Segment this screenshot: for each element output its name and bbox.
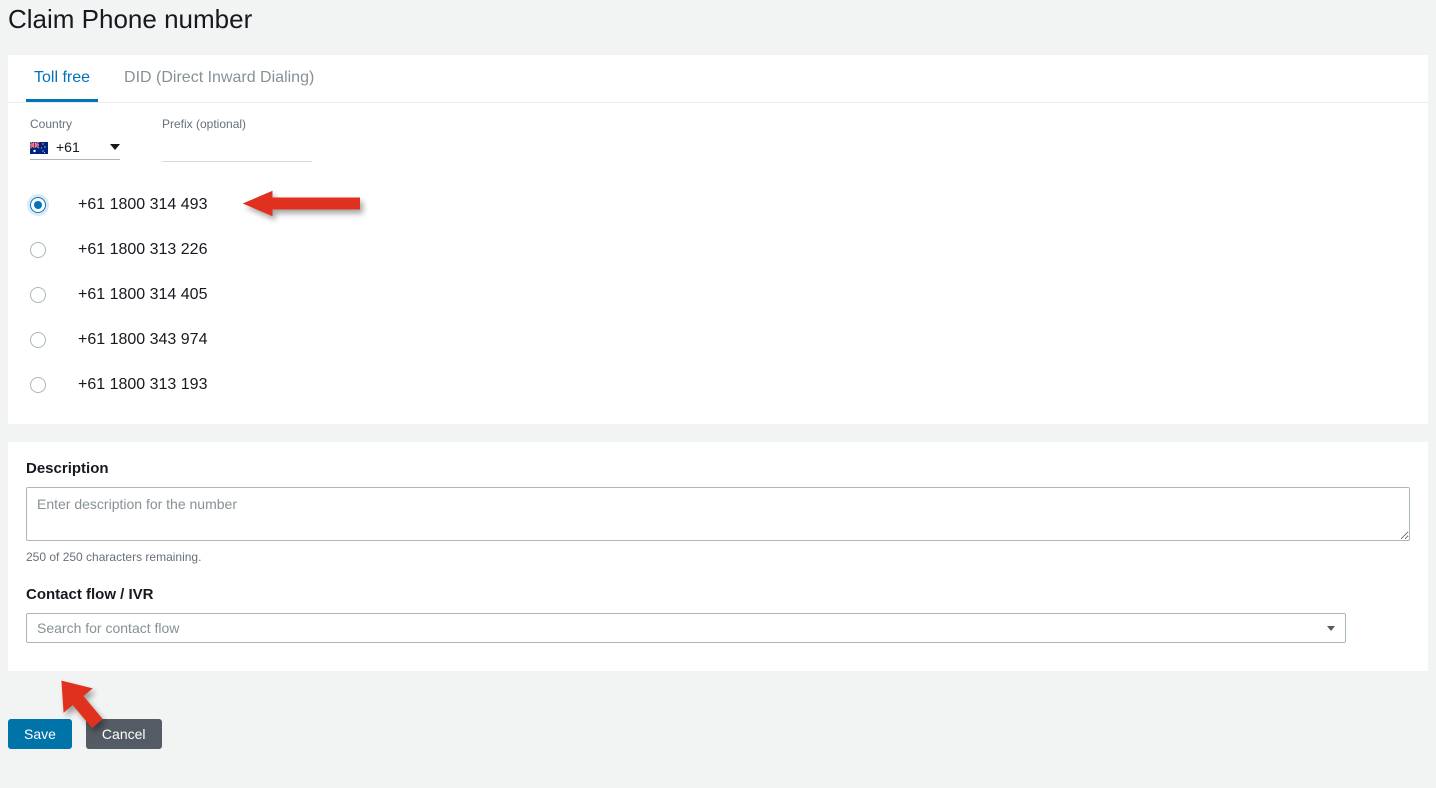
prefix-input[interactable] xyxy=(162,137,312,162)
country-label: Country xyxy=(30,117,120,131)
button-row: Save Cancel xyxy=(0,719,1436,749)
phone-selection-panel: Toll free DID (Direct Inward Dialing) Co… xyxy=(8,55,1428,424)
description-panel: Description 250 of 250 characters remain… xyxy=(8,442,1428,671)
description-textarea[interactable] xyxy=(26,487,1410,541)
radio-icon xyxy=(30,242,46,258)
prefix-field: Prefix (optional) xyxy=(162,117,312,162)
country-code: +61 xyxy=(56,139,80,155)
radio-icon xyxy=(30,332,46,348)
phone-option-3[interactable]: +61 1800 343 974 xyxy=(30,331,1406,349)
tab-did[interactable]: DID (Direct Inward Dialing) xyxy=(116,55,322,102)
prefix-label: Prefix (optional) xyxy=(162,117,312,131)
phone-list: +61 1800 314 493 +61 1800 313 226 +61 18… xyxy=(30,196,1406,394)
phone-option-2[interactable]: +61 1800 314 405 xyxy=(30,286,1406,304)
phone-number-label: +61 1800 343 974 xyxy=(78,331,207,349)
contact-flow-label: Contact flow / IVR xyxy=(26,586,1410,603)
country-select[interactable]: +61 xyxy=(30,137,120,160)
phone-number-label: +61 1800 313 226 xyxy=(78,241,207,259)
caret-down-icon xyxy=(1327,626,1335,631)
tab-toll-free[interactable]: Toll free xyxy=(26,55,98,102)
page-title: Claim Phone number xyxy=(0,0,1436,55)
annotation-arrow-icon xyxy=(48,673,108,734)
flag-australia-icon xyxy=(30,141,48,153)
radio-selected-icon xyxy=(30,197,46,213)
contact-flow-select[interactable]: Search for contact flow xyxy=(26,613,1346,643)
phone-option-4[interactable]: +61 1800 313 193 xyxy=(30,376,1406,394)
phone-option-0[interactable]: +61 1800 314 493 xyxy=(30,196,1406,214)
phone-number-label: +61 1800 314 493 xyxy=(78,196,207,214)
annotation-arrow-icon xyxy=(240,184,360,227)
phone-option-1[interactable]: +61 1800 313 226 xyxy=(30,241,1406,259)
phone-number-label: +61 1800 314 405 xyxy=(78,286,207,304)
description-char-remaining: 250 of 250 characters remaining. xyxy=(26,550,1410,564)
contact-flow-placeholder: Search for contact flow xyxy=(37,620,179,636)
radio-icon xyxy=(30,287,46,303)
tabs: Toll free DID (Direct Inward Dialing) xyxy=(8,55,1428,103)
description-label: Description xyxy=(26,460,1410,477)
phone-number-label: +61 1800 313 193 xyxy=(78,376,207,394)
radio-icon xyxy=(30,377,46,393)
caret-down-icon xyxy=(110,144,120,150)
country-field: Country xyxy=(30,117,120,162)
